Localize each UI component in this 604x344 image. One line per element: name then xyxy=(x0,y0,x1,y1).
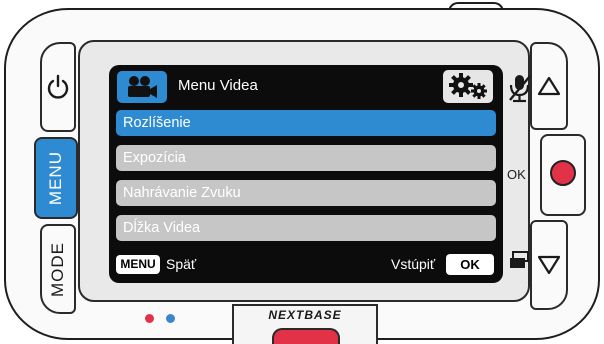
menu-item-expozicia[interactable]: Expozícia xyxy=(116,145,496,171)
menu-button[interactable]: MENU xyxy=(34,137,78,219)
screen-toggle-icon[interactable] xyxy=(508,250,530,270)
gears-icon xyxy=(449,73,487,99)
down-button[interactable] xyxy=(530,220,568,310)
triangle-up-icon xyxy=(537,76,561,96)
menu-item-nahravanie-zvuku[interactable]: Nahrávanie Zvuku xyxy=(116,180,496,206)
power-icon xyxy=(47,74,69,99)
settings-tab[interactable] xyxy=(443,70,493,103)
status-led-blue xyxy=(166,314,175,323)
screen-title: Menu Videa xyxy=(178,77,258,94)
menu-item-rozlisenie[interactable]: Rozlíšenie xyxy=(116,110,496,136)
up-button[interactable] xyxy=(530,42,568,130)
status-led-red xyxy=(145,314,154,323)
menu-button-label: MENU xyxy=(46,150,65,206)
record-dot-icon xyxy=(550,160,576,186)
power-button[interactable] xyxy=(40,42,76,132)
video-camera-icon xyxy=(117,71,167,103)
enter-key-chip: OK xyxy=(446,254,494,275)
ok-button-label: OK xyxy=(507,167,526,182)
menu-item-dlzka-videa[interactable]: Dĺžka Videa xyxy=(116,215,496,241)
triangle-down-icon xyxy=(537,255,561,275)
protect-button[interactable] xyxy=(272,328,340,344)
enter-hint: Vstúpiť xyxy=(391,256,436,272)
back-key-chip: MENU xyxy=(116,255,160,274)
mode-button-label: MODE xyxy=(48,241,67,297)
mic-muted-icon[interactable] xyxy=(506,72,534,104)
mode-button[interactable]: MODE xyxy=(40,224,76,314)
brand-logo: NEXTBASE xyxy=(268,308,342,322)
back-hint: Späť xyxy=(166,256,197,272)
